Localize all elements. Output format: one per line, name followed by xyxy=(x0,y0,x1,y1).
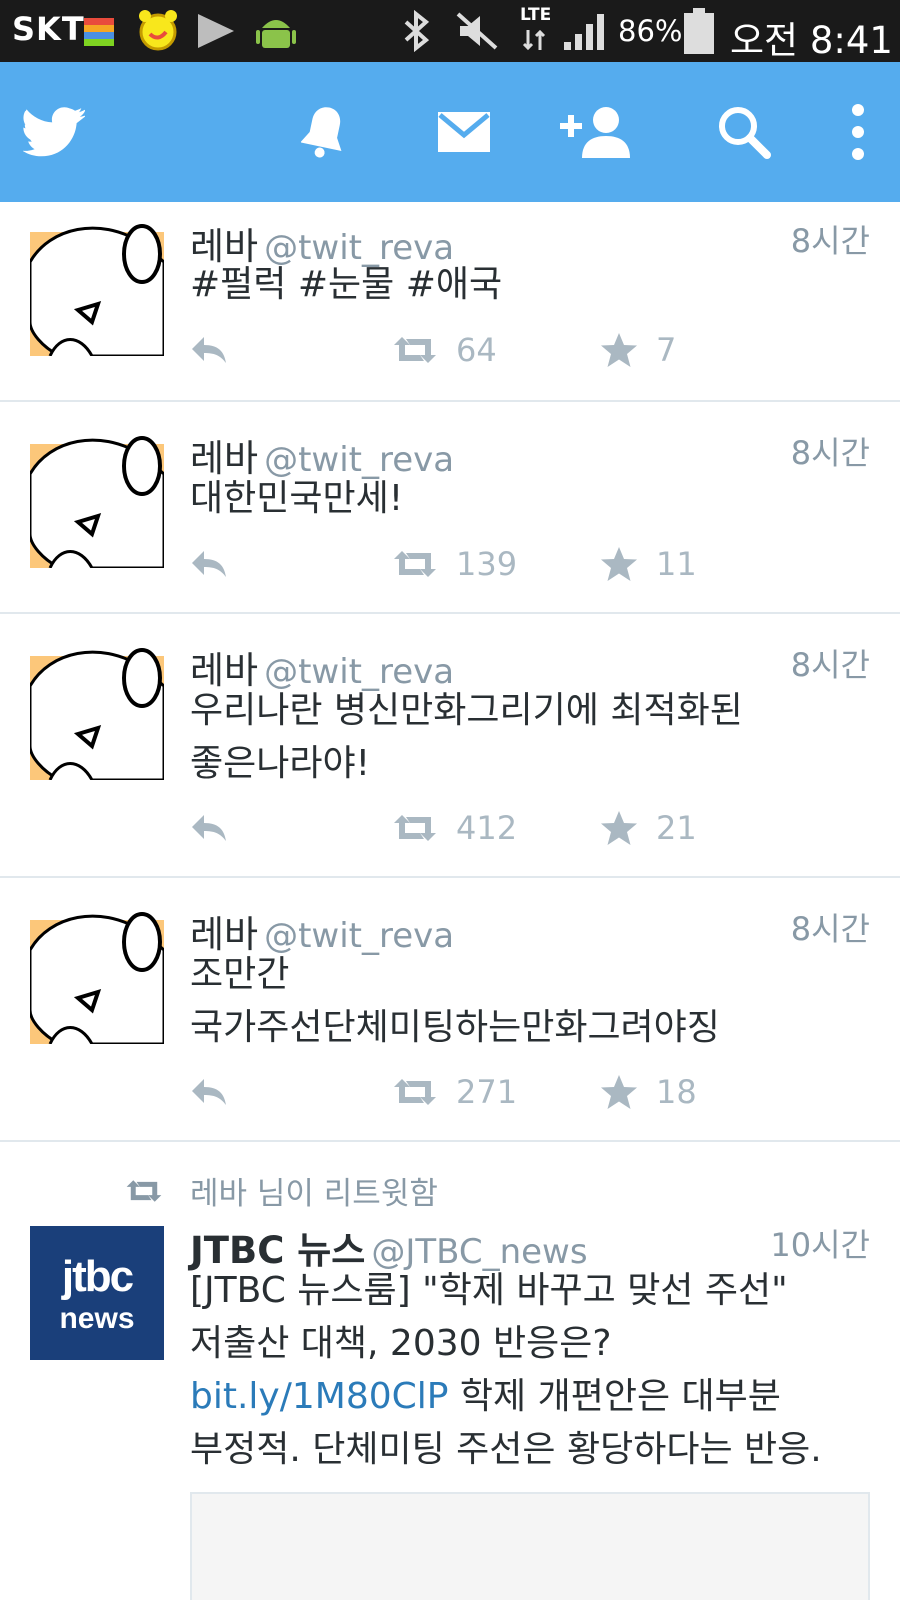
retweet-icon xyxy=(394,337,436,363)
reply-icon xyxy=(192,815,226,841)
reply-icon xyxy=(192,337,226,363)
retweet-icon xyxy=(394,1079,436,1105)
retweet-icon xyxy=(394,551,436,577)
tweet-text: 조만간 국가주선단체미팅하는만화그려야징 xyxy=(190,948,880,1054)
tweet-actions: 271 18 xyxy=(190,1070,850,1114)
retweet-count: 64 xyxy=(456,331,497,369)
retweet-indicator-icon xyxy=(125,1178,163,1208)
retweet-count: 139 xyxy=(456,545,518,583)
retweet-button[interactable]: 271 xyxy=(392,1070,517,1114)
network-type-label: LTE xyxy=(520,5,552,25)
tweet-actions: 139 11 xyxy=(190,542,850,586)
reply-button[interactable] xyxy=(190,806,228,850)
favorite-button[interactable]: 7 xyxy=(600,328,676,372)
carrier-label: SKT xyxy=(12,10,85,48)
tweet-text-line: 부정적. 단체미팅 주선은 황당하다는 반응. xyxy=(190,1429,822,1470)
reply-button[interactable] xyxy=(190,1070,228,1114)
reply-button[interactable] xyxy=(190,328,228,372)
avatar[interactable] xyxy=(30,646,164,780)
search-icon[interactable] xyxy=(704,92,784,172)
avatar[interactable] xyxy=(30,434,164,568)
tweet-time: 8시간 xyxy=(790,646,870,684)
avatar[interactable] xyxy=(30,222,164,356)
android-debug-icon xyxy=(256,10,296,56)
retweet-count: 271 xyxy=(456,1073,518,1111)
reply-button[interactable] xyxy=(190,542,228,586)
tweet-text: [JTBC 뉴스룸] "학제 바꾸고 맞선 주선" 저출산 대책, 2030 반… xyxy=(190,1264,880,1476)
star-icon xyxy=(601,1075,637,1109)
tweet-text-line: 우리나란 병신만화그리기에 최적화된 xyxy=(190,690,743,731)
status-bar: SKT LTE 86% 오전 8:41 xyxy=(0,0,900,62)
favorite-button[interactable]: 18 xyxy=(600,1070,697,1114)
tweet-text-line: 국가주선단체미팅하는만화그려야징 xyxy=(190,1007,720,1048)
retweet-count: 412 xyxy=(456,809,518,847)
clock-time: 오전 8:41 xyxy=(730,19,893,62)
app-bar xyxy=(0,62,900,202)
notifications-bell-icon[interactable] xyxy=(284,92,364,172)
add-user-icon[interactable] xyxy=(558,92,638,172)
battery-percentage: 86% xyxy=(618,14,683,48)
tweet-text: #펄럭 #눈물 #애국 xyxy=(190,264,503,305)
tweet-actions: 412 21 xyxy=(190,806,850,850)
favorite-button[interactable]: 21 xyxy=(600,806,697,850)
retweeted-tweet-item[interactable]: 레바 님이 리트윗함 jtbc news JTBC 뉴스 @JTBC_news 1… xyxy=(0,1142,900,1600)
avatar[interactable] xyxy=(30,910,164,1044)
avatar-logo-text: jtbc xyxy=(61,1252,134,1301)
battery-icon xyxy=(684,8,714,58)
favorite-button[interactable]: 11 xyxy=(600,542,697,586)
retweet-button[interactable]: 412 xyxy=(392,806,517,850)
alarm-clock-icon xyxy=(136,8,180,56)
messages-envelope-icon[interactable] xyxy=(424,92,504,172)
overflow-menu-icon[interactable] xyxy=(818,92,898,172)
retweet-button[interactable]: 139 xyxy=(392,542,517,586)
media-preview[interactable] xyxy=(190,1492,870,1600)
tweet-text: 대한민국만세! xyxy=(190,478,404,519)
retweeted-by-label[interactable]: 레바 님이 리트윗함 xyxy=(190,1168,438,1213)
star-icon xyxy=(601,547,637,581)
play-store-icon xyxy=(196,12,236,54)
favorite-count: 11 xyxy=(656,545,697,583)
tweet-item[interactable]: 레바 @twit_reva 8시간 #펄럭 #눈물 #애국 64 7 xyxy=(0,202,900,402)
bluetooth-icon xyxy=(398,9,434,56)
mute-icon xyxy=(456,12,498,54)
favorite-count: 7 xyxy=(656,331,677,369)
tweet-link[interactable]: bit.ly/1M80ClP xyxy=(190,1376,448,1417)
tweet-item[interactable]: 레바 @twit_reva 8시간 조만간 국가주선단체미팅하는만화그려야징 27… xyxy=(0,878,900,1142)
jtbc-news-avatar[interactable]: jtbc news xyxy=(30,1226,164,1360)
favorite-count: 18 xyxy=(656,1073,697,1111)
tweet-time: 8시간 xyxy=(790,222,870,260)
tweet-text: 우리나란 병신만화그리기에 최적화된 좋은나라야! xyxy=(190,684,880,790)
tweet-text-line: 조만간 xyxy=(190,954,290,995)
data-arrows-icon xyxy=(522,28,546,56)
star-icon xyxy=(601,811,637,845)
twitter-bird-icon[interactable] xyxy=(14,92,94,172)
tweet-text-line: bit.ly/1M80ClP 학제 개편안은 대부분 xyxy=(190,1370,880,1423)
tweet-text-line: 저출산 대책, 2030 반응은? xyxy=(190,1323,612,1364)
star-icon xyxy=(601,333,637,367)
reply-icon xyxy=(192,1079,226,1105)
tweet-item[interactable]: 레바 @twit_reva 8시간 대한민국만세! 139 11 xyxy=(0,402,900,614)
notification-app-icon xyxy=(84,18,114,50)
tweet-item[interactable]: 레바 @twit_reva 8시간 우리나란 병신만화그리기에 최적화된 좋은나라… xyxy=(0,614,900,878)
tweet-text-segment: 학제 개편안은 대부분 xyxy=(448,1376,781,1417)
retweet-button[interactable]: 64 xyxy=(392,328,497,372)
tweet-text-line: [JTBC 뉴스룸] "학제 바꾸고 맞선 주선" xyxy=(190,1270,788,1311)
tweet-actions: 64 7 xyxy=(190,328,850,372)
tweet-text-line: 좋은나라야! xyxy=(190,743,371,784)
favorite-count: 21 xyxy=(656,809,697,847)
tweet-time: 8시간 xyxy=(790,910,870,948)
tweet-time: 8시간 xyxy=(790,434,870,472)
avatar-logo-subtext: news xyxy=(59,1302,135,1335)
tweet-time: 10시간 xyxy=(770,1226,870,1264)
signal-strength-icon xyxy=(564,12,606,54)
reply-icon xyxy=(192,551,226,577)
retweet-icon xyxy=(394,815,436,841)
